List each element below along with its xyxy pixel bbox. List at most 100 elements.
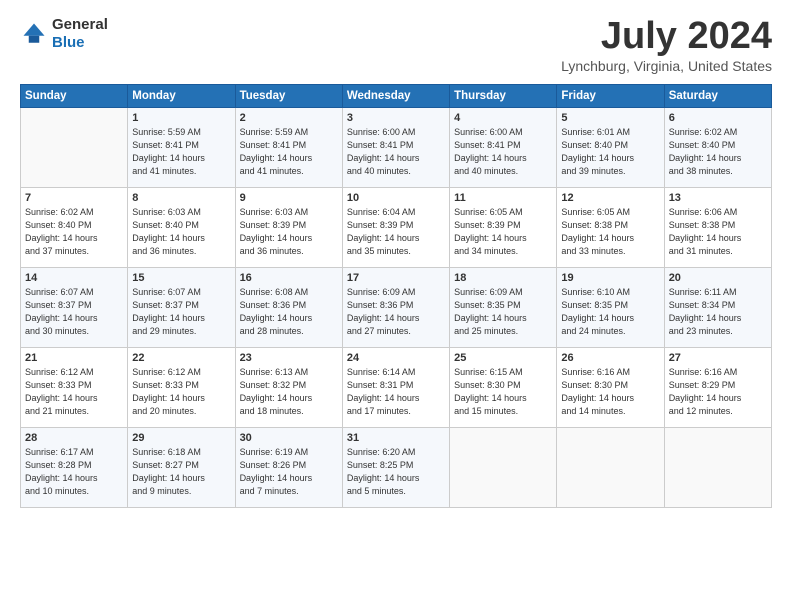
day-number: 18 xyxy=(454,272,552,284)
day-number: 1 xyxy=(132,112,230,124)
calendar-cell xyxy=(664,427,771,507)
day-number: 26 xyxy=(561,352,659,364)
calendar-table: SundayMondayTuesdayWednesdayThursdayFrid… xyxy=(20,84,772,508)
day-number: 12 xyxy=(561,192,659,204)
calendar-cell: 13 Sunrise: 6:06 AM Sunset: 8:38 PM Dayli… xyxy=(664,187,771,267)
cell-info: Sunrise: 6:03 AM Sunset: 8:40 PM Dayligh… xyxy=(132,206,230,258)
day-number: 11 xyxy=(454,192,552,204)
cell-info: Sunrise: 6:14 AM Sunset: 8:31 PM Dayligh… xyxy=(347,366,445,418)
day-header-wednesday: Wednesday xyxy=(342,84,449,107)
day-number: 29 xyxy=(132,432,230,444)
calendar-cell: 2 Sunrise: 5:59 AM Sunset: 8:41 PM Daylig… xyxy=(235,107,342,187)
calendar-cell: 25 Sunrise: 6:15 AM Sunset: 8:30 PM Dayli… xyxy=(450,347,557,427)
cell-info: Sunrise: 5:59 AM Sunset: 8:41 PM Dayligh… xyxy=(240,126,338,178)
cell-info: Sunrise: 6:07 AM Sunset: 8:37 PM Dayligh… xyxy=(25,286,123,338)
calendar-cell: 3 Sunrise: 6:00 AM Sunset: 8:41 PM Daylig… xyxy=(342,107,449,187)
cell-info: Sunrise: 6:03 AM Sunset: 8:39 PM Dayligh… xyxy=(240,206,338,258)
day-number: 23 xyxy=(240,352,338,364)
calendar-cell: 27Sunrise: 6:16 AM Sunset: 8:29 PM Dayli… xyxy=(664,347,771,427)
calendar-cell: 11 Sunrise: 6:05 AM Sunset: 8:39 PM Dayli… xyxy=(450,187,557,267)
cell-info: Sunrise: 6:15 AM Sunset: 8:30 PM Dayligh… xyxy=(454,366,552,418)
cell-info: Sunrise: 6:04 AM Sunset: 8:39 PM Dayligh… xyxy=(347,206,445,258)
cell-info: Sunrise: 6:00 AM Sunset: 8:41 PM Dayligh… xyxy=(347,126,445,178)
cell-info: Sunrise: 6:02 AM Sunset: 8:40 PM Dayligh… xyxy=(669,126,767,178)
calendar-cell: 22 Sunrise: 6:12 AM Sunset: 8:33 PM Dayli… xyxy=(128,347,235,427)
calendar-cell: 8Sunrise: 6:03 AM Sunset: 8:40 PM Daylig… xyxy=(128,187,235,267)
cell-info: Sunrise: 6:13 AM Sunset: 8:32 PM Dayligh… xyxy=(240,366,338,418)
location: Lynchburg, Virginia, United States xyxy=(561,58,772,74)
cell-info: Sunrise: 6:12 AM Sunset: 8:33 PM Dayligh… xyxy=(132,366,230,418)
calendar-cell: 1 Sunrise: 5:59 AM Sunset: 8:41 PM Daylig… xyxy=(128,107,235,187)
calendar-cell: 19 Sunrise: 6:10 AM Sunset: 8:35 PM Dayli… xyxy=(557,267,664,347)
calendar-cell: 14 Sunrise: 6:07 AM Sunset: 8:37 PM Dayli… xyxy=(21,267,128,347)
cell-info: Sunrise: 6:17 AM Sunset: 8:28 PM Dayligh… xyxy=(25,446,123,498)
month-title: July 2024 xyxy=(561,16,772,58)
calendar-cell: 12 Sunrise: 6:05 AM Sunset: 8:38 PM Dayli… xyxy=(557,187,664,267)
cell-info: Sunrise: 6:02 AM Sunset: 8:40 PM Dayligh… xyxy=(25,206,123,258)
cell-info: Sunrise: 6:20 AM Sunset: 8:25 PM Dayligh… xyxy=(347,446,445,498)
title-block: July 2024 Lynchburg, Virginia, United St… xyxy=(561,16,772,74)
calendar-cell: 6Sunrise: 6:02 AM Sunset: 8:40 PM Daylig… xyxy=(664,107,771,187)
day-number: 16 xyxy=(240,272,338,284)
calendar-cell: 10Sunrise: 6:04 AM Sunset: 8:39 PM Dayli… xyxy=(342,187,449,267)
day-number: 7 xyxy=(25,192,123,204)
calendar-cell: 31 Sunrise: 6:20 AM Sunset: 8:25 PM Dayli… xyxy=(342,427,449,507)
day-number: 2 xyxy=(240,112,338,124)
logo-text: General Blue xyxy=(52,16,108,52)
cell-info: Sunrise: 6:16 AM Sunset: 8:30 PM Dayligh… xyxy=(561,366,659,418)
cell-info: Sunrise: 6:10 AM Sunset: 8:35 PM Dayligh… xyxy=(561,286,659,338)
header: General Blue July 2024 Lynchburg, Virgin… xyxy=(20,16,772,74)
calendar-cell: 15 Sunrise: 6:07 AM Sunset: 8:37 PM Dayli… xyxy=(128,267,235,347)
day-number: 15 xyxy=(132,272,230,284)
day-header-monday: Monday xyxy=(128,84,235,107)
day-number: 17 xyxy=(347,272,445,284)
day-number: 31 xyxy=(347,432,445,444)
day-header-tuesday: Tuesday xyxy=(235,84,342,107)
calendar-cell xyxy=(450,427,557,507)
page-container: General Blue July 2024 Lynchburg, Virgin… xyxy=(0,0,792,518)
cell-info: Sunrise: 6:00 AM Sunset: 8:41 PM Dayligh… xyxy=(454,126,552,178)
calendar-cell: 24 Sunrise: 6:14 AM Sunset: 8:31 PM Dayli… xyxy=(342,347,449,427)
day-header-thursday: Thursday xyxy=(450,84,557,107)
calendar-cell: 29Sunrise: 6:18 AM Sunset: 8:27 PM Dayli… xyxy=(128,427,235,507)
calendar-cell: 5 Sunrise: 6:01 AM Sunset: 8:40 PM Daylig… xyxy=(557,107,664,187)
day-number: 4 xyxy=(454,112,552,124)
calendar-cell: 28Sunrise: 6:17 AM Sunset: 8:28 PM Dayli… xyxy=(21,427,128,507)
calendar-cell xyxy=(557,427,664,507)
cell-info: Sunrise: 6:09 AM Sunset: 8:35 PM Dayligh… xyxy=(454,286,552,338)
calendar-cell: 9Sunrise: 6:03 AM Sunset: 8:39 PM Daylig… xyxy=(235,187,342,267)
day-number: 22 xyxy=(132,352,230,364)
day-number: 25 xyxy=(454,352,552,364)
cell-info: Sunrise: 6:09 AM Sunset: 8:36 PM Dayligh… xyxy=(347,286,445,338)
calendar-cell: 23 Sunrise: 6:13 AM Sunset: 8:32 PM Dayli… xyxy=(235,347,342,427)
calendar-cell: 26 Sunrise: 6:16 AM Sunset: 8:30 PM Dayli… xyxy=(557,347,664,427)
logo-icon xyxy=(20,20,48,48)
day-number: 20 xyxy=(669,272,767,284)
calendar-cell: 21Sunrise: 6:12 AM Sunset: 8:33 PM Dayli… xyxy=(21,347,128,427)
logo: General Blue xyxy=(20,16,108,52)
day-number: 3 xyxy=(347,112,445,124)
cell-info: Sunrise: 6:19 AM Sunset: 8:26 PM Dayligh… xyxy=(240,446,338,498)
cell-info: Sunrise: 6:07 AM Sunset: 8:37 PM Dayligh… xyxy=(132,286,230,338)
calendar-cell: 17 Sunrise: 6:09 AM Sunset: 8:36 PM Dayli… xyxy=(342,267,449,347)
cell-info: Sunrise: 6:16 AM Sunset: 8:29 PM Dayligh… xyxy=(669,366,767,418)
cell-info: Sunrise: 6:05 AM Sunset: 8:39 PM Dayligh… xyxy=(454,206,552,258)
day-number: 14 xyxy=(25,272,123,284)
day-number: 5 xyxy=(561,112,659,124)
cell-info: Sunrise: 6:11 AM Sunset: 8:34 PM Dayligh… xyxy=(669,286,767,338)
cell-info: Sunrise: 6:01 AM Sunset: 8:40 PM Dayligh… xyxy=(561,126,659,178)
day-number: 21 xyxy=(25,352,123,364)
calendar-cell: 16 Sunrise: 6:08 AM Sunset: 8:36 PM Dayli… xyxy=(235,267,342,347)
calendar-cell: 30 Sunrise: 6:19 AM Sunset: 8:26 PM Dayli… xyxy=(235,427,342,507)
day-number: 19 xyxy=(561,272,659,284)
cell-info: Sunrise: 6:08 AM Sunset: 8:36 PM Dayligh… xyxy=(240,286,338,338)
day-header-saturday: Saturday xyxy=(664,84,771,107)
cell-info: Sunrise: 5:59 AM Sunset: 8:41 PM Dayligh… xyxy=(132,126,230,178)
cell-info: Sunrise: 6:05 AM Sunset: 8:38 PM Dayligh… xyxy=(561,206,659,258)
cell-info: Sunrise: 6:06 AM Sunset: 8:38 PM Dayligh… xyxy=(669,206,767,258)
day-number: 13 xyxy=(669,192,767,204)
day-header-friday: Friday xyxy=(557,84,664,107)
calendar-cell: 7 Sunrise: 6:02 AM Sunset: 8:40 PM Daylig… xyxy=(21,187,128,267)
day-number: 24 xyxy=(347,352,445,364)
day-number: 30 xyxy=(240,432,338,444)
